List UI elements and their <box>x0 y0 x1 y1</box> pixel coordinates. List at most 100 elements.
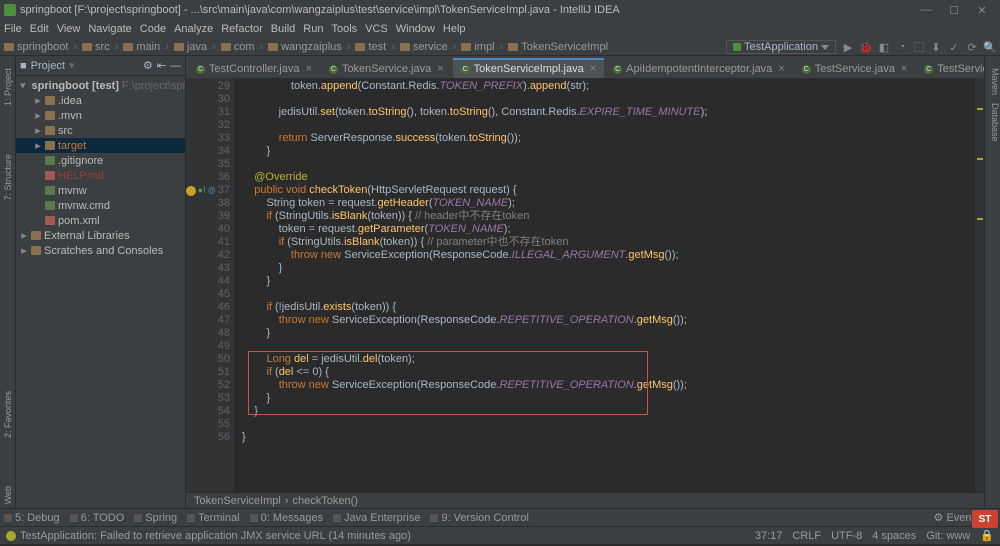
breadcrumb-item[interactable]: service <box>413 41 448 53</box>
run-config-selector[interactable]: TestApplication <box>726 40 836 54</box>
lock-icon[interactable]: 🔒 <box>980 529 994 542</box>
menu-window[interactable]: Window <box>396 23 435 35</box>
menu-view[interactable]: View <box>57 23 81 35</box>
tree-item[interactable]: ▸.mvn <box>16 108 185 123</box>
menu-file[interactable]: File <box>4 23 22 35</box>
breadcrumb-item[interactable]: com <box>234 41 255 53</box>
editor-tab[interactable]: CTestServiceImpl.java× <box>916 58 984 78</box>
tree-item[interactable]: mvnw <box>16 183 185 198</box>
code-content[interactable]: token.append(Constant.Redis.TOKEN_PREFIX… <box>234 78 974 492</box>
tree-item[interactable]: ▸src <box>16 123 185 138</box>
favorites-tool-tab[interactable]: 2: Favorites <box>3 387 13 442</box>
tree-item[interactable]: .gitignore <box>16 153 185 168</box>
hide-icon[interactable]: — <box>170 60 181 72</box>
maven-tool-tab[interactable]: Maven <box>985 64 1000 99</box>
menu-help[interactable]: Help <box>443 23 466 35</box>
git-history-button[interactable]: ⟳ <box>966 41 978 53</box>
project-tree[interactable]: ▾springboot [test] F:\project\springboot… <box>16 76 185 508</box>
close-icon[interactable]: × <box>590 63 596 75</box>
warning-icon[interactable] <box>6 531 16 541</box>
bottom-tab[interactable]: 0: Messages <box>250 512 323 524</box>
encoding[interactable]: UTF-8 <box>831 530 862 542</box>
git-commit-button[interactable]: ✓ <box>948 41 960 53</box>
debug-button[interactable]: 🐞 <box>860 41 872 53</box>
editor-breadcrumb[interactable]: TokenServiceImpl›checkToken() <box>186 492 984 508</box>
watermark-badge: ST <box>972 510 998 528</box>
editor-tab[interactable]: CTestController.java× <box>188 58 320 78</box>
close-icon[interactable]: × <box>778 63 784 75</box>
profile-button[interactable]: ◔ <box>896 41 908 53</box>
breadcrumb-item[interactable]: test <box>368 41 386 53</box>
tree-item[interactable]: HELP.md <box>16 168 185 183</box>
breadcrumb-item[interactable]: impl <box>474 41 494 53</box>
web-tool-tab[interactable]: Web <box>3 482 13 508</box>
git-branch[interactable]: Git: www <box>926 530 970 542</box>
tree-item[interactable]: ▸target <box>16 138 185 153</box>
breadcrumb-item[interactable]: TokenServiceImpl <box>521 41 608 53</box>
close-icon[interactable]: × <box>437 63 443 75</box>
maximize-button[interactable]: ☐ <box>940 2 968 18</box>
project-panel-header: ■Project▾ ⚙ ⇤ — <box>16 56 185 76</box>
bottom-tab[interactable]: Terminal <box>187 512 240 524</box>
crumb-class[interactable]: TokenServiceImpl <box>194 495 281 507</box>
app-icon <box>4 4 16 16</box>
breadcrumb-item[interactable]: wangzaiplus <box>281 41 342 53</box>
menu-code[interactable]: Code <box>140 23 166 35</box>
menu-navigate[interactable]: Navigate <box>88 23 131 35</box>
close-icon[interactable]: × <box>901 63 907 75</box>
breadcrumb-item[interactable]: springboot <box>17 41 68 53</box>
tree-item[interactable]: ▸.idea <box>16 93 185 108</box>
bottom-tab[interactable]: 9: Version Control <box>430 512 528 524</box>
caret-position[interactable]: 37:17 <box>755 530 783 542</box>
bottom-tab[interactable]: 5: Debug <box>4 512 60 524</box>
editor-tab[interactable]: CApiIdempotentInterceptor.java× <box>605 58 793 78</box>
bottom-tab[interactable]: Java Enterprise <box>333 512 420 524</box>
project-tool-tab[interactable]: 1: Project <box>3 64 13 110</box>
minimize-button[interactable]: — <box>912 2 940 18</box>
run-button[interactable]: ▶ <box>842 41 854 53</box>
code-editor[interactable]: 2930313233343536●I @37383940414243444546… <box>186 78 984 492</box>
run-toolbar: TestApplication ▶ 🐞 ◧ ◔ ⬇ ✓ ⟳ 🔍 <box>726 38 996 56</box>
menu-build[interactable]: Build <box>271 23 295 35</box>
structure-tool-tab[interactable]: 7: Structure <box>3 150 13 205</box>
tree-item[interactable]: ▸Scratches and Consoles <box>16 243 185 258</box>
menu-run[interactable]: Run <box>303 23 323 35</box>
close-button[interactable]: ✕ <box>968 2 996 18</box>
error-stripe[interactable] <box>974 78 984 492</box>
bottom-tab[interactable]: Spring <box>134 512 177 524</box>
tree-item[interactable]: pom.xml <box>16 213 185 228</box>
menu-refactor[interactable]: Refactor <box>221 23 263 35</box>
breadcrumb[interactable]: springboot src main java com wangzaiplus test s… <box>4 41 608 53</box>
stop-button[interactable] <box>914 42 924 52</box>
tree-root[interactable]: ▾springboot [test] F:\project\springboot <box>16 78 185 93</box>
right-tool-strip: Maven Database <box>984 56 1000 508</box>
editor-tab[interactable]: CTokenServiceImpl.java× <box>453 58 605 78</box>
search-button[interactable]: 🔍 <box>984 41 996 53</box>
project-settings-icon[interactable]: ⚙ <box>143 59 153 72</box>
breadcrumb-item[interactable]: src <box>95 41 110 53</box>
breadcrumb-item[interactable]: java <box>187 41 207 53</box>
editor-tab[interactable]: CTestService.java× <box>794 58 916 78</box>
title-bar: springboot [F:\project\springboot] - ...… <box>0 0 1000 20</box>
bottom-tab[interactable]: 6: TODO <box>70 512 125 524</box>
git-update-button[interactable]: ⬇ <box>930 41 942 53</box>
tree-item[interactable]: ▸External Libraries <box>16 228 185 243</box>
line-separator[interactable]: CRLF <box>792 530 821 542</box>
implements-icon[interactable]: ●I <box>198 184 206 197</box>
coverage-button[interactable]: ◧ <box>878 41 890 53</box>
menu-tools[interactable]: Tools <box>331 23 357 35</box>
indent[interactable]: 4 spaces <box>872 530 916 542</box>
close-icon[interactable]: × <box>306 63 312 75</box>
menu-vcs[interactable]: VCS <box>365 23 388 35</box>
menu-edit[interactable]: Edit <box>30 23 49 35</box>
editor-tab[interactable]: CTokenService.java× <box>321 58 452 78</box>
database-tool-tab[interactable]: Database <box>985 99 1000 146</box>
collapse-icon[interactable]: ⇤ <box>157 59 166 72</box>
breadcrumb-item[interactable]: main <box>136 41 160 53</box>
editor-gutter: 2930313233343536●I @37383940414243444546… <box>186 78 234 492</box>
menu-analyze[interactable]: Analyze <box>174 23 213 35</box>
intention-bulb-icon[interactable] <box>186 186 196 196</box>
left-tool-strip: 1: Project 7: Structure 2: Favorites Web <box>0 56 16 508</box>
crumb-method[interactable]: checkToken() <box>293 495 358 507</box>
tree-item[interactable]: mvnw.cmd <box>16 198 185 213</box>
